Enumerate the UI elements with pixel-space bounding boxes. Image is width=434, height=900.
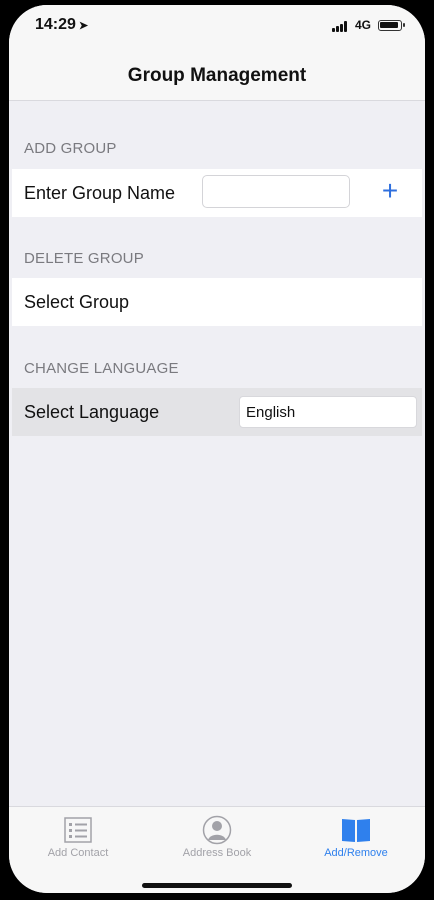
- tab-bar: Add Contact Address Book Add/Remove: [9, 806, 425, 893]
- home-indicator[interactable]: [142, 883, 292, 888]
- navigation-bar: Group Management: [9, 49, 425, 101]
- status-time-text: 14:29: [35, 16, 76, 33]
- phone-screen: 14:29 ➤ 4G Group Management ADD GROUP Ent…: [9, 5, 425, 893]
- page-title: Group Management: [127, 65, 307, 86]
- language-select[interactable]: English: [239, 396, 417, 428]
- person-icon: [202, 815, 232, 845]
- select-group-row[interactable]: Select Group: [12, 278, 422, 326]
- tab-address-book[interactable]: Address Book: [148, 807, 286, 867]
- add-group-row: Enter Group Name +: [12, 169, 422, 217]
- status-time: 14:29 ➤: [35, 16, 88, 34]
- tab-add-remove[interactable]: Add/Remove: [287, 807, 425, 867]
- battery-icon: [378, 20, 405, 31]
- section-header-add-group: ADD GROUP: [24, 140, 117, 157]
- select-language-label: Select Language: [24, 402, 160, 422]
- network-type: 4G: [355, 18, 372, 32]
- section-header-delete-group: DELETE GROUP: [24, 250, 144, 267]
- group-name-input[interactable]: [202, 175, 350, 208]
- select-language-row[interactable]: Select Language English: [12, 388, 422, 436]
- add-group-icon[interactable]: +: [376, 177, 404, 207]
- tab-label-add-contact: Add Contact: [47, 847, 109, 859]
- book-icon: [342, 819, 370, 842]
- section-header-change-language: CHANGE LANGUAGE: [24, 360, 179, 377]
- tab-label-address-book: Address Book: [182, 847, 252, 859]
- select-group-label: Select Group: [24, 292, 130, 312]
- group-name-label: Enter Group Name: [24, 183, 176, 203]
- status-bar: 14:29 ➤ 4G: [9, 5, 425, 49]
- list-icon: [64, 817, 92, 843]
- location-arrow-icon: ➤: [78, 20, 89, 32]
- signal-icon: [332, 21, 350, 32]
- tab-label-add-remove: Add/Remove: [324, 847, 388, 859]
- tab-add-contact[interactable]: Add Contact: [9, 807, 147, 867]
